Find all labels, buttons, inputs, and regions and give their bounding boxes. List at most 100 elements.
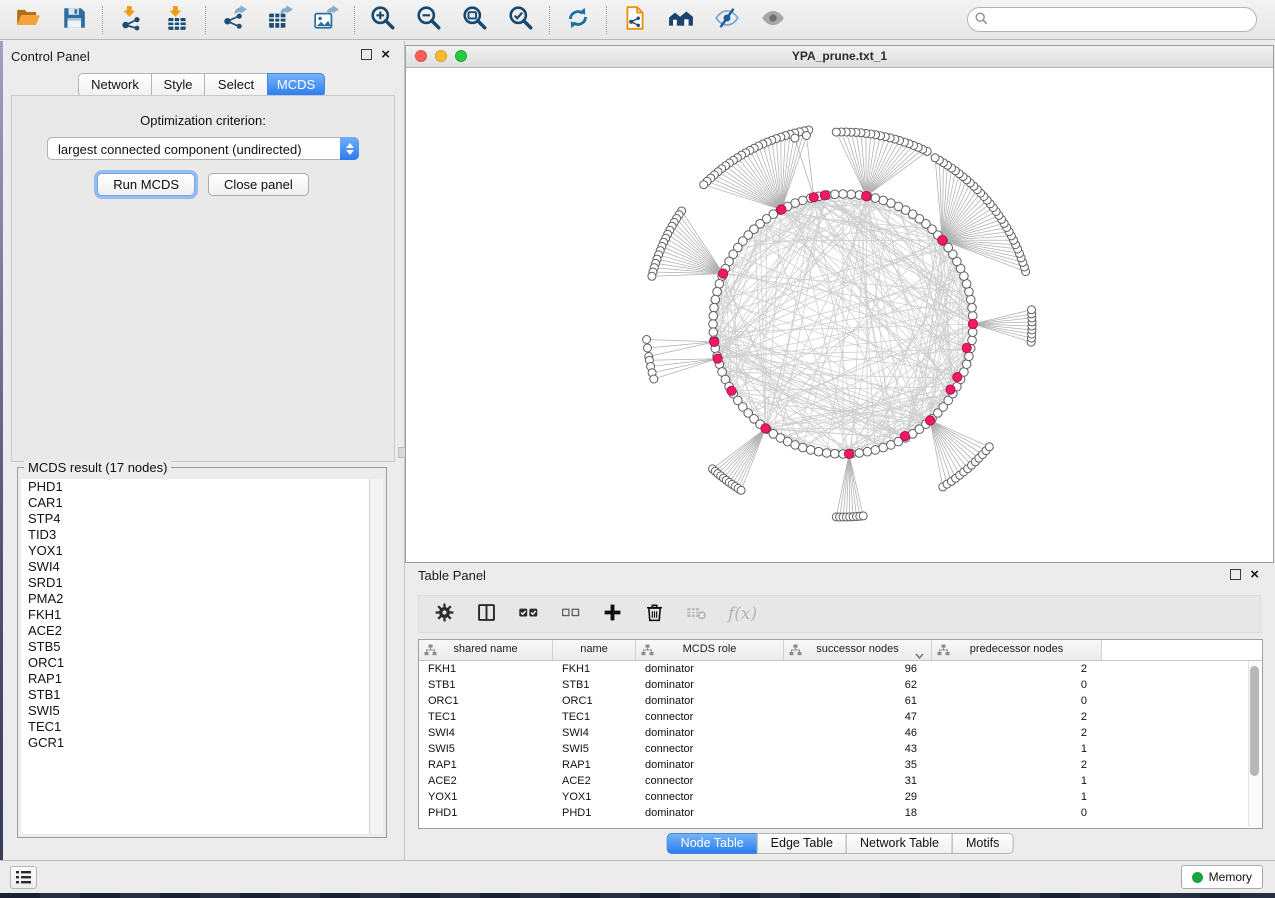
mcds-result-item[interactable]: STB5 (21, 639, 369, 655)
search-input[interactable] (967, 7, 1257, 32)
float-panel-button[interactable] (361, 49, 372, 60)
tab-mcds[interactable]: MCDS (267, 73, 325, 97)
table-cell[interactable]: connector (636, 709, 784, 725)
delete-table-button[interactable] (686, 602, 707, 626)
tab-select[interactable]: Select (204, 73, 268, 97)
table-cell[interactable]: FKH1 (553, 661, 636, 677)
criterion-dropdown[interactable]: largest connected component (undirected) (47, 137, 359, 160)
table-cell[interactable]: 96 (784, 661, 932, 677)
mcds-result-item[interactable]: CAR1 (21, 495, 369, 511)
zoom-selected-button[interactable] (506, 5, 536, 35)
table-cell[interactable]: dominator (636, 805, 784, 821)
mcds-result-item[interactable]: PMA2 (21, 591, 369, 607)
table-cell[interactable]: YOX1 (419, 789, 553, 805)
column-header-successor-nodes[interactable]: successor nodes (784, 640, 932, 660)
open-file-button[interactable] (13, 5, 43, 35)
delete-column-button[interactable] (644, 602, 665, 626)
add-column-button[interactable] (602, 602, 623, 626)
table-cell[interactable]: 1 (932, 741, 1102, 757)
mcds-result-item[interactable]: TID3 (21, 527, 369, 543)
table-cell[interactable]: 18 (784, 805, 932, 821)
table-cell[interactable]: 47 (784, 709, 932, 725)
table-cell[interactable]: TEC1 (419, 709, 553, 725)
column-header-predecessor-nodes[interactable]: predecessor nodes (932, 640, 1102, 660)
tab-style[interactable]: Style (151, 73, 205, 97)
table-cell[interactable]: 46 (784, 725, 932, 741)
table-cell[interactable]: 1 (932, 789, 1102, 805)
tab-edge-table[interactable]: Edge Table (757, 833, 847, 854)
table-cell[interactable]: 62 (784, 677, 932, 693)
mcds-result-item[interactable]: SRD1 (21, 575, 369, 591)
table-row[interactable]: RAP1RAP1dominator352 (419, 757, 1262, 773)
select-all-button[interactable] (518, 602, 539, 626)
zoom-in-button[interactable] (368, 5, 398, 35)
table-cell[interactable]: RAP1 (553, 757, 636, 773)
table-scrollbar[interactable] (1248, 661, 1261, 827)
table-cell[interactable]: FKH1 (419, 661, 553, 677)
mcds-result-item[interactable]: GCR1 (21, 735, 369, 751)
zoom-fit-button[interactable] (460, 5, 490, 35)
tab-motifs[interactable]: Motifs (952, 833, 1013, 854)
tab-network-table[interactable]: Network Table (846, 833, 953, 854)
table-cell[interactable]: RAP1 (419, 757, 553, 773)
table-row[interactable]: SWI4SWI4dominator462 (419, 725, 1262, 741)
table-cell[interactable]: 1 (932, 773, 1102, 789)
tab-node-table[interactable]: Node Table (667, 833, 758, 854)
table-cell[interactable]: TEC1 (553, 709, 636, 725)
hide-selected-button[interactable] (712, 5, 742, 35)
save-session-button[interactable] (59, 5, 89, 35)
result-list-scrollbar[interactable] (369, 479, 383, 834)
table-cell[interactable]: 61 (784, 693, 932, 709)
table-cell[interactable]: SWI5 (553, 741, 636, 757)
column-header-name[interactable]: name (553, 640, 636, 660)
table-cell[interactable]: SWI4 (553, 725, 636, 741)
table-row[interactable]: ACE2ACE2connector311 (419, 773, 1262, 789)
mcds-result-item[interactable]: SWI4 (21, 559, 369, 575)
table-cell[interactable]: SWI5 (419, 741, 553, 757)
share-document-button[interactable] (620, 5, 650, 35)
table-cell[interactable]: STB1 (553, 677, 636, 693)
table-cell[interactable]: connector (636, 789, 784, 805)
network-canvas[interactable] (406, 67, 1273, 562)
split-view-button[interactable] (476, 602, 497, 626)
table-row[interactable]: PHD1PHD1dominator180 (419, 805, 1262, 821)
mcds-result-item[interactable]: ORC1 (21, 655, 369, 671)
export-image-button[interactable] (311, 5, 341, 35)
window-close-button[interactable] (415, 50, 427, 62)
table-cell[interactable]: dominator (636, 661, 784, 677)
table-cell[interactable]: dominator (636, 693, 784, 709)
memory-button[interactable]: Memory (1181, 865, 1263, 889)
table-cell[interactable]: 43 (784, 741, 932, 757)
table-cell[interactable]: ORC1 (419, 693, 553, 709)
table-row[interactable]: STB1STB1dominator620 (419, 677, 1262, 693)
table-cell[interactable]: PHD1 (553, 805, 636, 821)
mcds-result-item[interactable]: STB1 (21, 687, 369, 703)
deselect-all-button[interactable] (560, 602, 581, 626)
table-row[interactable]: YOX1YOX1connector291 (419, 789, 1262, 805)
table-cell[interactable]: 0 (932, 805, 1102, 821)
mcds-result-item[interactable]: ACE2 (21, 623, 369, 639)
table-cell[interactable]: 2 (932, 757, 1102, 773)
table-cell[interactable]: 31 (784, 773, 932, 789)
show-all-button[interactable] (758, 5, 788, 35)
mcds-result-item[interactable]: YOX1 (21, 543, 369, 559)
run-mcds-button[interactable]: Run MCDS (97, 173, 195, 196)
mcds-result-item[interactable]: PHD1 (21, 479, 369, 495)
table-cell[interactable]: connector (636, 773, 784, 789)
table-cell[interactable]: 29 (784, 789, 932, 805)
zoom-out-button[interactable] (414, 5, 444, 35)
float-table-panel-button[interactable] (1230, 569, 1241, 580)
close-panel-inner-button[interactable]: Close panel (208, 173, 309, 196)
table-cell[interactable]: PHD1 (419, 805, 553, 821)
table-cell[interactable]: 35 (784, 757, 932, 773)
table-cell[interactable]: STB1 (419, 677, 553, 693)
tab-network[interactable]: Network (78, 73, 152, 97)
import-table-button[interactable] (162, 5, 192, 35)
table-row[interactable]: TEC1TEC1connector472 (419, 709, 1262, 725)
table-cell[interactable]: YOX1 (553, 789, 636, 805)
table-cell[interactable]: dominator (636, 677, 784, 693)
table-cell[interactable]: 2 (932, 661, 1102, 677)
table-row[interactable]: ORC1ORC1dominator610 (419, 693, 1262, 709)
table-cell[interactable]: ACE2 (553, 773, 636, 789)
table-cell[interactable]: dominator (636, 757, 784, 773)
